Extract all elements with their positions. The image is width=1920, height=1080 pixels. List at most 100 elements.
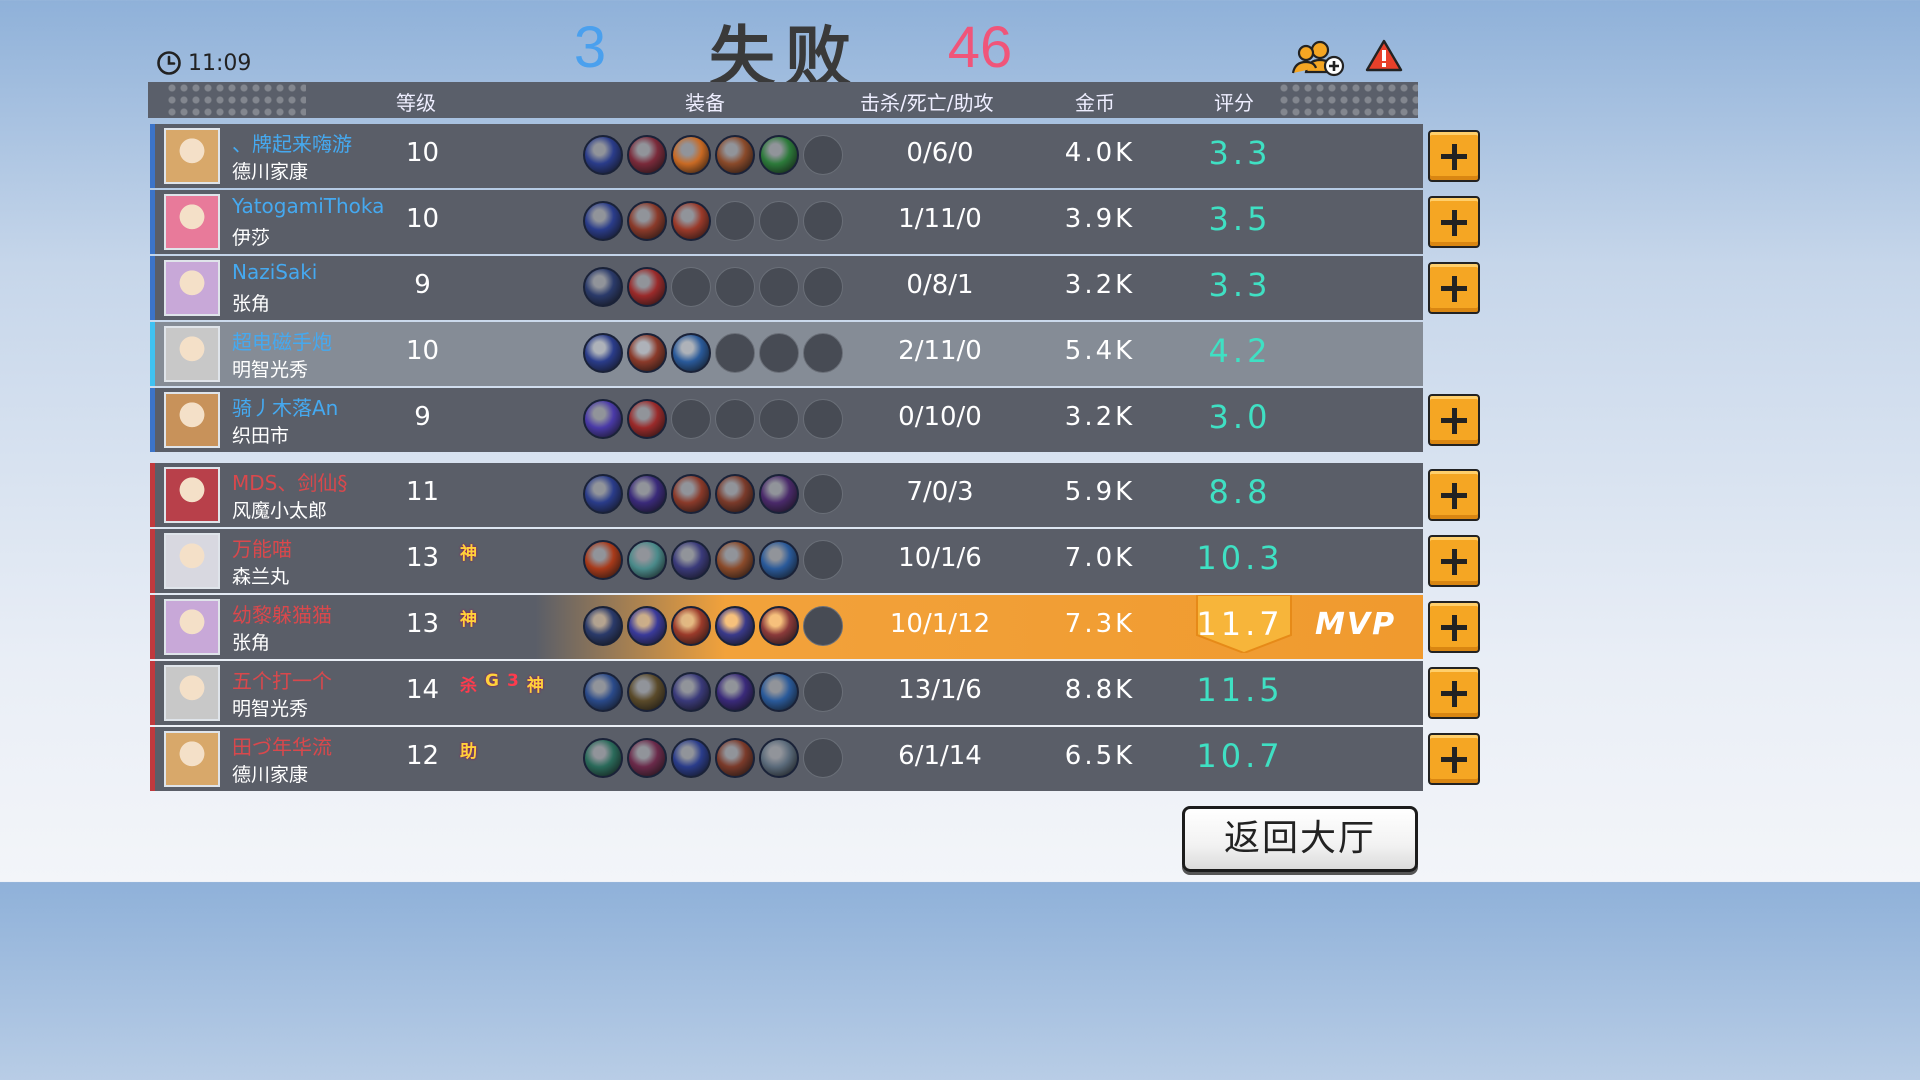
add-friend-plus-button[interactable] <box>1428 535 1480 587</box>
equipment-item-icon <box>671 606 711 646</box>
empty-item-slot <box>803 540 843 580</box>
player-name: 田づ年华流 <box>232 735 332 759</box>
achievement-badge: 助 <box>460 742 477 762</box>
equipment-slots <box>583 474 843 514</box>
warning-icon <box>1365 39 1403 72</box>
empty-item-slot <box>715 399 755 439</box>
rating-value: 10.7 <box>1196 737 1284 775</box>
hero-name: 森兰丸 <box>232 566 290 588</box>
add-friend-plus-button[interactable] <box>1428 394 1480 446</box>
rating-value: 3.5 <box>1208 200 1272 238</box>
empty-item-slot <box>671 399 711 439</box>
add-friend-plus-button[interactable] <box>1428 733 1480 785</box>
player-level: 12 <box>405 741 440 771</box>
player-name: MDS、剑仙§ <box>232 471 348 495</box>
player-name: 超电磁手炮 <box>232 330 332 354</box>
add-friend-plus-button[interactable] <box>1428 130 1480 182</box>
equipment-item-icon <box>715 474 755 514</box>
equipment-item-icon <box>627 201 667 241</box>
add-friend-plus-button[interactable] <box>1428 469 1480 521</box>
add-friend-plus-button[interactable] <box>1428 601 1480 653</box>
hero-name: 明智光秀 <box>232 359 309 381</box>
player-level: 10 <box>405 204 440 234</box>
equipment-item-icon <box>627 474 667 514</box>
equipment-item-icon <box>759 672 799 712</box>
column-level: 等级 <box>396 91 436 115</box>
empty-item-slot <box>803 333 843 373</box>
player-name: 五个打一个 <box>232 669 332 693</box>
equipment-item-icon <box>583 267 623 307</box>
player-level: 10 <box>405 138 440 168</box>
hero-avatar <box>164 326 220 382</box>
equipment-item-icon <box>715 540 755 580</box>
add-friend-button[interactable] <box>1290 38 1346 78</box>
hero-name: 德川家康 <box>232 764 309 786</box>
empty-item-slot <box>671 267 711 307</box>
player-row: 幼黎躲猫猫 张角 13 神 10/1/12 7.3K 11.7 MVP <box>150 595 1423 659</box>
gold-value: 3.2K <box>1064 402 1136 432</box>
add-friend-plus-button[interactable] <box>1428 262 1480 314</box>
hero-name: 张角 <box>232 632 271 654</box>
rating-value: 10.3 <box>1196 539 1284 577</box>
equipment-item-icon <box>759 135 799 175</box>
empty-item-slot <box>759 333 799 373</box>
empty-item-slot <box>715 333 755 373</box>
hero-avatar <box>164 731 220 787</box>
gold-value: 5.4K <box>1064 336 1136 366</box>
equipment-item-icon <box>715 738 755 778</box>
equipment-item-icon <box>583 738 623 778</box>
hero-name: 张角 <box>232 293 271 315</box>
achievement-badge: 神 <box>460 544 477 564</box>
mvp-label: MVP <box>1315 607 1397 642</box>
player-row: YatogamiThoka 伊莎 10 1/11/0 3.9K 3.5 <box>150 190 1423 254</box>
add-friend-icon <box>1291 40 1345 77</box>
player-level: 11 <box>405 477 440 507</box>
player-level: 13 <box>405 543 440 573</box>
equipment-slots <box>583 267 843 307</box>
blue-team-score: 3 <box>573 15 607 80</box>
player-name: 、牌起来嗨游 <box>232 132 352 156</box>
player-name: 幼黎躲猫猫 <box>232 603 332 627</box>
rating-value: 8.8 <box>1208 473 1272 511</box>
gold-value: 4.0K <box>1064 138 1136 168</box>
report-button[interactable] <box>1364 38 1404 74</box>
kda-value: 0/10/0 <box>898 402 982 432</box>
equipment-slots <box>583 606 843 646</box>
empty-item-slot <box>759 267 799 307</box>
equipment-item-icon <box>759 738 799 778</box>
hero-avatar <box>164 599 220 655</box>
add-friend-plus-button[interactable] <box>1428 667 1480 719</box>
equipment-item-icon <box>671 474 711 514</box>
hero-avatar <box>164 665 220 721</box>
player-row: 、牌起来嗨游 德川家康 10 0/6/0 4.0K 3.3 <box>150 124 1423 188</box>
empty-item-slot <box>803 267 843 307</box>
empty-item-slot <box>803 606 843 646</box>
equipment-slots <box>583 672 843 712</box>
game-clock: 11:09 <box>156 50 251 76</box>
achievement-badge: 神 <box>460 610 477 630</box>
equipment-slots <box>583 201 843 241</box>
scoreboard-header: 等级 装备 击杀/死亡/助攻 金币 评分 <box>148 82 1418 118</box>
player-row: 超电磁手炮 明智光秀 10 2/11/0 5.4K 4.2 <box>150 322 1423 386</box>
equipment-item-icon <box>671 540 711 580</box>
player-name: 万能喵 <box>232 537 292 561</box>
player-name: 骑丿木落An <box>232 396 339 420</box>
achievement-badge: 杀 <box>460 676 477 696</box>
equipment-item-icon <box>671 672 711 712</box>
player-row: MDS、剑仙§ 风魔小太郎 11 7/0/3 5.9K 8.8 <box>150 463 1423 527</box>
equipment-item-icon <box>671 333 711 373</box>
add-friend-plus-button[interactable] <box>1428 196 1480 248</box>
kda-value: 0/6/0 <box>906 138 974 168</box>
kda-value: 7/0/3 <box>906 477 974 507</box>
achievement-badge: G <box>485 671 499 691</box>
hero-name: 风魔小太郎 <box>232 500 328 522</box>
hero-avatar <box>164 260 220 316</box>
column-gold: 金币 <box>1075 91 1115 115</box>
gold-value: 7.0K <box>1064 543 1136 573</box>
equipment-item-icon <box>583 333 623 373</box>
hero-avatar <box>164 128 220 184</box>
gold-value: 3.2K <box>1064 270 1136 300</box>
equipment-item-icon <box>627 540 667 580</box>
return-lobby-button[interactable]: 返回大厅 <box>1182 806 1418 872</box>
achievement-badges: 神 <box>460 605 477 630</box>
